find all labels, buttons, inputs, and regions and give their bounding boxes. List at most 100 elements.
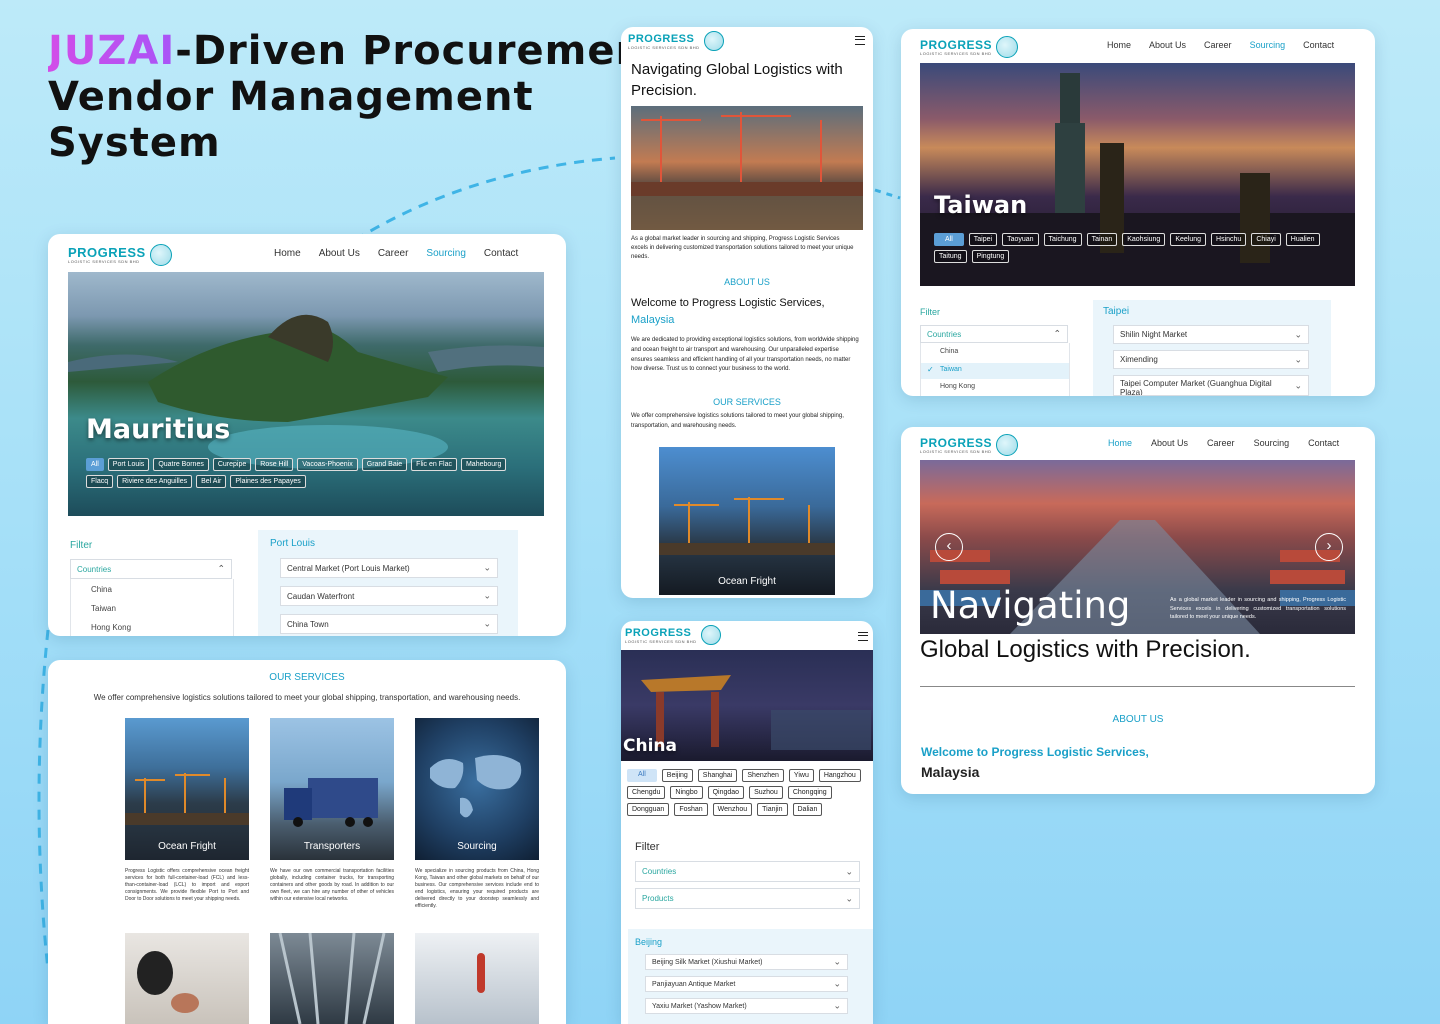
chip-city[interactable]: All (934, 233, 964, 246)
nav-contact[interactable]: Contact (1303, 40, 1334, 50)
chip-city[interactable]: Yiwu (788, 769, 814, 782)
country-option[interactable]: Hong Kong (940, 383, 975, 390)
market-dropdown[interactable]: Shilin Night Market ⌄ (1113, 325, 1309, 344)
nav-home[interactable]: Home (1108, 438, 1132, 448)
nav-sourcing[interactable]: Sourcing (426, 248, 465, 259)
chip-city[interactable]: Wenzhou (712, 803, 753, 816)
chip-city[interactable]: Mahebourg (460, 458, 507, 471)
service-card-5[interactable] (270, 933, 394, 1024)
chip-city[interactable]: Bel Air (196, 475, 227, 488)
brand-logo[interactable]: PROGRESS LOGISTIC SERVICES SDN BHD (628, 31, 724, 51)
arrow-right-icon[interactable]: › (1315, 533, 1343, 561)
chip-city[interactable]: Quatre Bornes (153, 458, 209, 471)
countries-dropdown[interactable]: Countries ⌃ (70, 559, 232, 579)
chip-city[interactable]: Flacq (86, 475, 114, 488)
chip-city[interactable]: Shenzhen (742, 769, 784, 782)
countries-dropdown[interactable]: Countries ⌃ (920, 325, 1068, 343)
chip-city[interactable]: Dongguan (627, 803, 670, 816)
chip-city[interactable]: Pingtung (971, 250, 1010, 263)
chip-city[interactable]: Ningbo (670, 786, 703, 799)
service-card-ocean[interactable]: Ocean Fright (125, 718, 249, 860)
chip-city[interactable]: All (86, 458, 104, 471)
country-option[interactable]: China (91, 585, 112, 594)
chip-city[interactable]: Kaohsiung (1122, 233, 1166, 246)
nav-career[interactable]: Career (378, 248, 409, 259)
chip-city[interactable]: Curepipe (212, 458, 252, 471)
market-dropdown[interactable]: Caudan Waterfront ⌄ (280, 586, 498, 606)
chip-city[interactable]: Vacoas-Phoenix (297, 458, 358, 471)
market-dropdown[interactable]: Central Market (Port Louis Market) ⌄ (280, 558, 498, 578)
service-label: Ocean Fright (158, 841, 216, 852)
service-card-sourcing[interactable]: Sourcing (415, 718, 539, 860)
service-card-6[interactable] (415, 933, 539, 1024)
nav-sourcing[interactable]: Sourcing (1250, 40, 1286, 50)
products-dropdown[interactable]: Products ⌄ (635, 888, 860, 909)
chip-city[interactable]: Grand Baie (361, 458, 408, 471)
chip-city[interactable]: Chengdu (627, 786, 666, 799)
nav-about[interactable]: About Us (1151, 438, 1188, 448)
chip-city[interactable]: Hangzhou (818, 769, 861, 782)
nav-contact[interactable]: Contact (1308, 438, 1339, 448)
nav-about[interactable]: About Us (319, 248, 360, 259)
service-card-transport[interactable]: Transporters (270, 718, 394, 860)
chip-city[interactable]: Tainan (1086, 233, 1118, 246)
chip-city[interactable]: Dalian (792, 803, 823, 816)
market-dropdown[interactable]: Panjiayuan Antique Market ⌄ (645, 976, 848, 992)
menu-icon[interactable] (855, 36, 865, 45)
chip-city[interactable]: Taichung (1043, 233, 1082, 246)
country-option[interactable]: Taiwan (91, 604, 116, 613)
market-label: Taipei Computer Market (Guanghua Digital… (1120, 379, 1272, 396)
nav-sourcing[interactable]: Sourcing (1254, 438, 1290, 448)
chip-city[interactable]: Beijing (661, 769, 693, 782)
brand-logo[interactable]: PROGRESS LOGISTIC SERVICES SDN BHD (625, 625, 721, 645)
mobile-china-card: PROGRESS LOGISTIC SERVICES SDN BHD China … (621, 621, 873, 1024)
chip-city[interactable]: Taitung (934, 250, 967, 263)
brand-logo[interactable]: PROGRESS LOGISTIC SERVICES SDN BHD (920, 36, 1019, 58)
welcome-text: Welcome to Progress Logistic Services, (921, 745, 1149, 759)
chip-city[interactable]: Hualien (1285, 233, 1320, 246)
chip-city[interactable]: Taipei (968, 233, 998, 246)
brand-logo[interactable]: PROGRESS LOGISTIC SERVICES SDN BHD (920, 434, 1019, 456)
countries-dropdown[interactable]: Countries ⌄ (635, 861, 860, 882)
chip-city[interactable]: Taoyuan (1002, 233, 1039, 246)
nav-home[interactable]: Home (1107, 40, 1131, 50)
country-option-selected[interactable]: ✓ Taiwan (921, 363, 1069, 379)
nav-career[interactable]: Career (1207, 438, 1235, 448)
chip-city[interactable]: Shanghai (697, 769, 738, 782)
market-dropdown[interactable]: Taipei Computer Market (Guanghua Digital… (1113, 375, 1309, 396)
china-hero: China (621, 650, 873, 761)
service-desc: Progress Logistic offers comprehensive o… (125, 868, 249, 902)
service-card-ocean[interactable]: Ocean Fright (659, 447, 835, 595)
chip-city[interactable]: Port Louis (107, 458, 150, 471)
chip-city[interactable]: Riviere des Anguilles (117, 475, 193, 488)
chip-city[interactable]: Hsinchu (1211, 233, 1247, 246)
nav-career[interactable]: Career (1204, 40, 1232, 50)
chevron-down-icon: ⌄ (483, 618, 491, 629)
service-card-4[interactable] (125, 933, 249, 1024)
chip-city[interactable]: Suzhou (749, 786, 783, 799)
chip-city[interactable]: All (627, 769, 657, 782)
chip-city[interactable]: Chongqing (787, 786, 832, 799)
chip-city[interactable]: Keelung (1170, 233, 1207, 246)
market-dropdown[interactable]: Ximending ⌄ (1113, 350, 1309, 369)
nav-contact[interactable]: Contact (484, 248, 518, 259)
nav-home[interactable]: Home (274, 248, 301, 259)
chip-city[interactable]: Rose Hill (255, 458, 294, 471)
brand-logo[interactable]: PROGRESS LOGISTIC SERVICES SDN BHD (68, 244, 172, 266)
chip-city[interactable]: Tianjin (757, 803, 788, 816)
chip-city[interactable]: Flic en Flac (411, 458, 457, 471)
arrow-left-icon[interactable]: ‹ (935, 533, 963, 561)
country-option[interactable]: China (940, 348, 958, 355)
country-option[interactable]: Hong Kong (91, 623, 131, 632)
chip-city[interactable]: Chiayi (1251, 233, 1281, 246)
chip-city[interactable]: Qingdao (707, 786, 745, 799)
city-panel: Beijing Beijing Silk Market (Xiushui Mar… (628, 929, 873, 1024)
chip-city[interactable]: Foshan (674, 803, 708, 816)
market-dropdown[interactable]: China Town ⌄ (280, 614, 498, 634)
market-dropdown[interactable]: Yaxiu Market (Yashow Market) ⌄ (645, 998, 848, 1014)
nav-about[interactable]: About Us (1149, 40, 1186, 50)
market-dropdown[interactable]: Beijing Silk Market (Xiushui Market) ⌄ (645, 954, 848, 970)
chip-city[interactable]: Plaines des Papayes (230, 475, 306, 488)
chevron-down-icon: ⌄ (483, 590, 491, 601)
menu-icon[interactable] (858, 632, 868, 641)
